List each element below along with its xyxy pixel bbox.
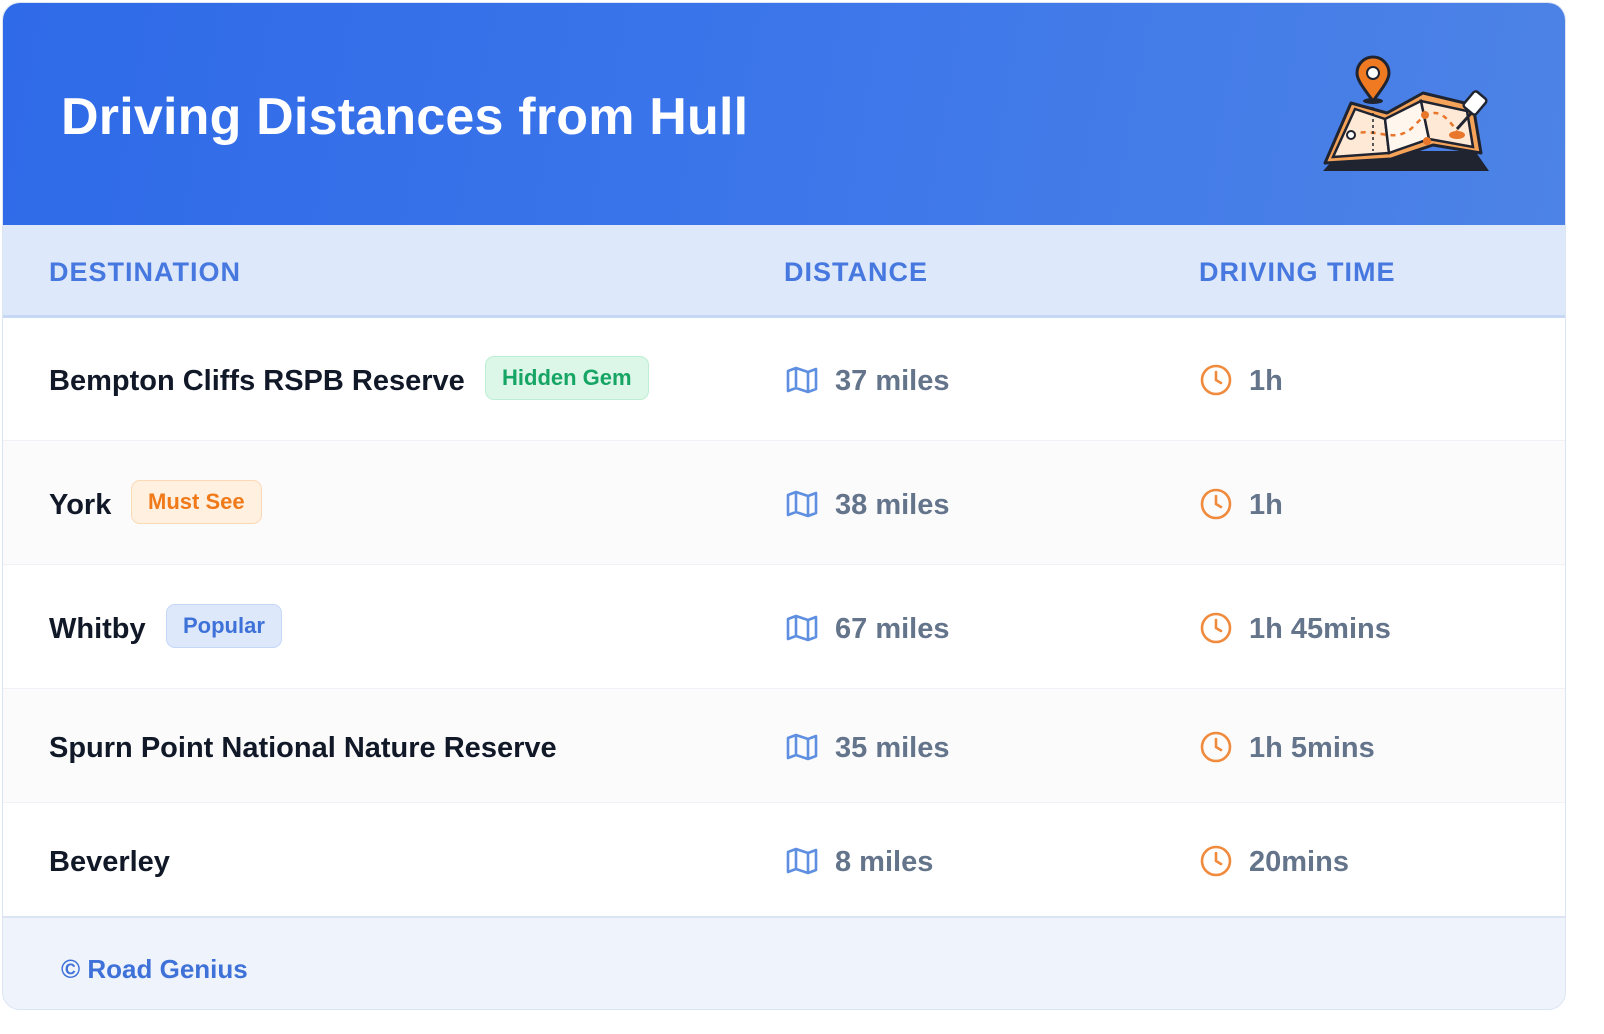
clock-icon — [1200, 488, 1232, 520]
distance-value: 37 miles — [835, 365, 950, 397]
destination-name: Spurn Point National Nature Reserve — [49, 732, 557, 764]
clock-icon — [1200, 731, 1232, 763]
clock-icon — [1200, 845, 1232, 877]
distance-value: 8 miles — [835, 846, 934, 878]
table-row: York Must See 38 miles 1h — [3, 441, 1565, 565]
driving-time-value: 1h 5mins — [1249, 732, 1375, 764]
map-icon — [786, 366, 818, 394]
distance-value: 38 miles — [835, 489, 950, 521]
map-icon — [786, 733, 818, 761]
distance-value: 35 miles — [835, 732, 950, 764]
popular-badge: Popular — [166, 604, 282, 648]
clock-icon — [1200, 612, 1232, 644]
clock-icon — [1200, 364, 1232, 396]
table-row: Beverley 8 miles 20mins — [3, 803, 1565, 916]
driving-distances-card: Driving Distances from Hull DESTINATION … — [2, 2, 1566, 1010]
column-header-driving-time: DRIVING TIME — [1199, 257, 1396, 287]
column-header-destination: DESTINATION — [49, 257, 241, 287]
map-with-location-pin-icon — [1323, 55, 1489, 171]
driving-time-value: 1h — [1249, 365, 1283, 397]
hidden-gem-badge: Hidden Gem — [485, 356, 649, 400]
table-row: Bempton Cliffs RSPB Reserve Hidden Gem 3… — [3, 318, 1565, 441]
distance-value: 67 miles — [835, 613, 950, 645]
table-header: DESTINATION DISTANCE DRIVING TIME — [3, 225, 1565, 318]
map-icon — [786, 490, 818, 518]
table-row: Whitby Popular 67 miles 1h 45mins — [3, 565, 1565, 689]
must-see-badge: Must See — [131, 480, 262, 524]
column-header-distance: DISTANCE — [784, 257, 929, 287]
card-header: Driving Distances from Hull — [3, 3, 1565, 225]
card-footer: © Road Genius — [3, 916, 1565, 1009]
map-icon — [786, 614, 818, 642]
driving-time-value: 1h 45mins — [1249, 613, 1391, 645]
page-title: Driving Distances from Hull — [61, 88, 749, 146]
table-row: Spurn Point National Nature Reserve 35 m… — [3, 689, 1565, 803]
driving-time-value: 1h — [1249, 489, 1283, 521]
destination-name: Beverley — [49, 846, 170, 878]
destination-name: Bempton Cliffs RSPB Reserve — [49, 365, 465, 397]
destination-name: Whitby — [49, 613, 146, 645]
map-icon — [786, 847, 818, 875]
destination-name: York — [49, 489, 112, 521]
footer-credit-link[interactable]: © Road Genius — [61, 954, 248, 985]
driving-time-value: 20mins — [1249, 846, 1349, 878]
